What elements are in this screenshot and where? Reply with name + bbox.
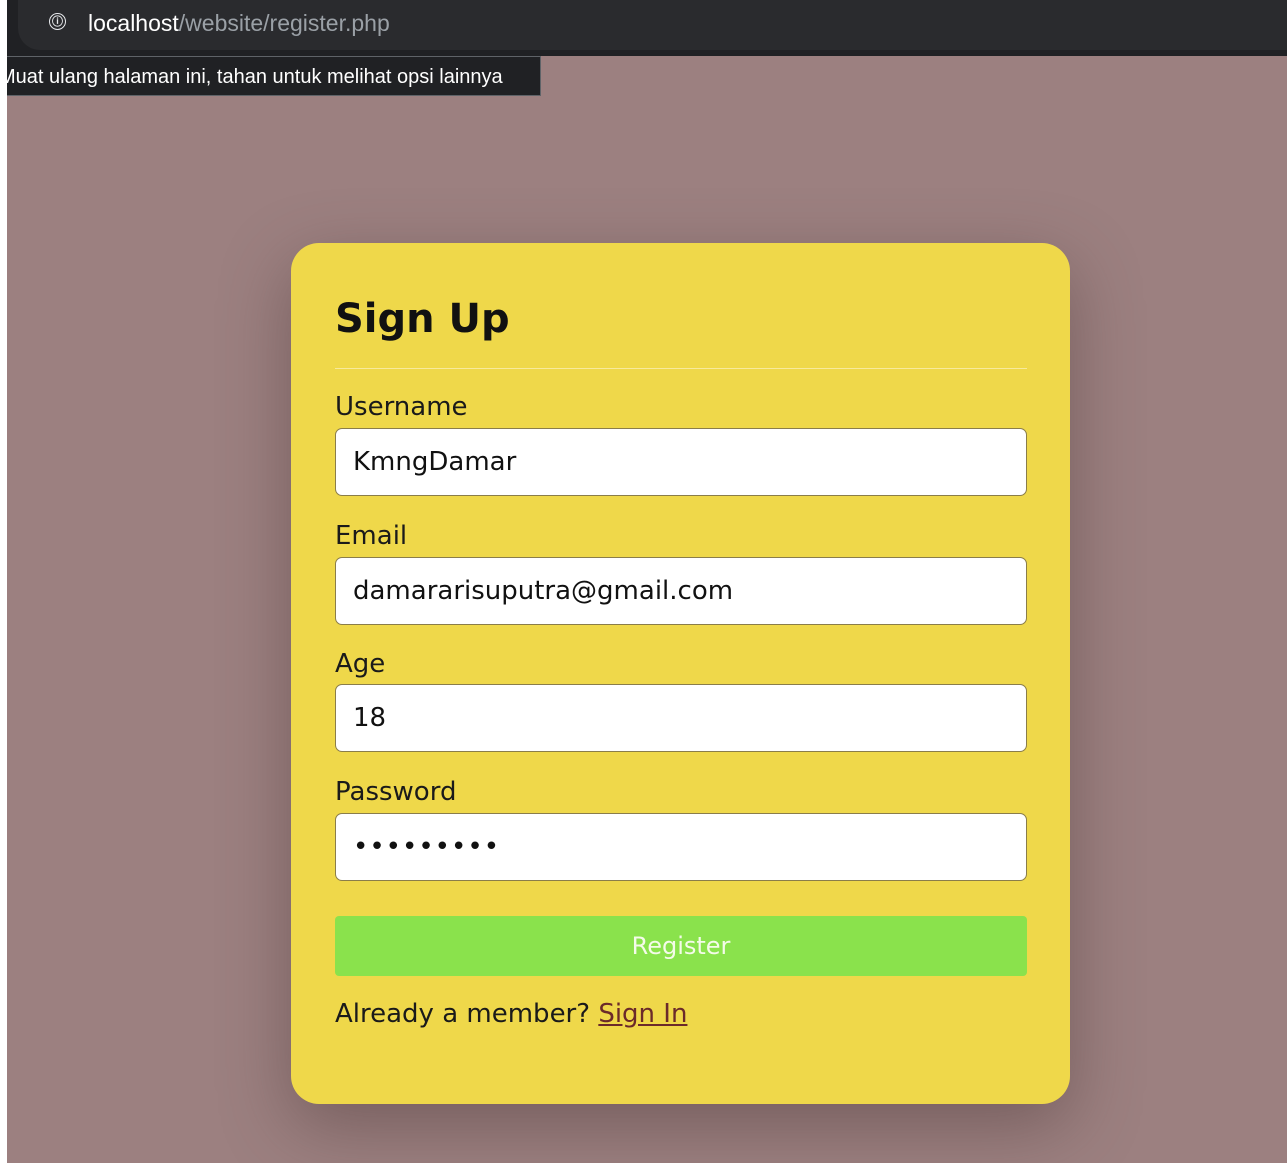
- email-label: Email: [335, 521, 408, 551]
- info-icon[interactable]: ⓘ: [49, 13, 66, 30]
- password-label: Password: [335, 777, 457, 807]
- username-input[interactable]: [335, 428, 1027, 496]
- signin-prompt-text: Already a member?: [335, 999, 599, 1029]
- username-label: Username: [335, 392, 468, 422]
- address-bar[interactable]: ⓘ localhost/website/register.php: [18, 0, 1287, 50]
- email-input[interactable]: [335, 557, 1027, 625]
- form-title: Sign Up: [335, 296, 510, 342]
- age-label: Age: [335, 649, 386, 679]
- title-divider: [335, 368, 1027, 369]
- reload-tooltip: Muat ulang halaman ini, tahan untuk meli…: [7, 56, 541, 96]
- age-input[interactable]: [335, 684, 1027, 752]
- url-path: /website/register.php: [178, 10, 390, 36]
- signin-prompt: Already a member? Sign In: [335, 999, 687, 1029]
- signin-link[interactable]: Sign In: [598, 999, 687, 1029]
- password-input[interactable]: [335, 813, 1027, 881]
- url-text[interactable]: localhost/website/register.php: [88, 10, 390, 37]
- signup-card: Sign Up Username Email Age Password Regi…: [291, 243, 1070, 1104]
- url-host: localhost: [88, 10, 179, 36]
- page-background: ⓘ localhost/website/register.php Muat ul…: [7, 0, 1287, 1163]
- register-button[interactable]: Register: [335, 916, 1027, 976]
- browser-toolbar: ⓘ localhost/website/register.php: [7, 0, 1287, 56]
